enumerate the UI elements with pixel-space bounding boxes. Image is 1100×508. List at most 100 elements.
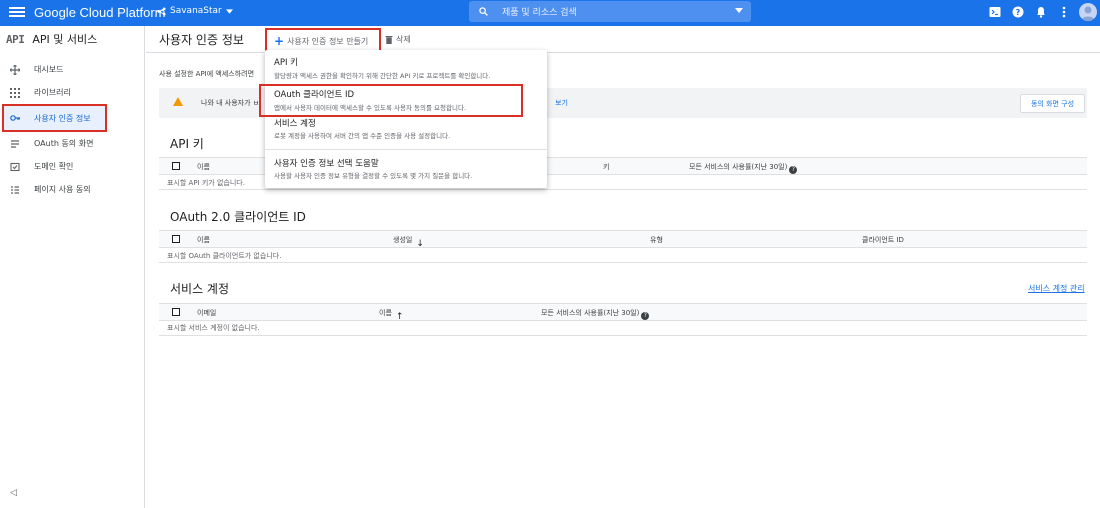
search-icon xyxy=(479,7,488,16)
col-client-id: 클라이언트 ID xyxy=(862,236,904,244)
sidebar-item-oauth-consent[interactable]: OAuth 동의 화면 xyxy=(0,132,145,155)
menu-item-help-me-choose[interactable]: 사용자 인증 정보 선택 도움말 사용할 사용자 인증 정보 유형을 결정할 수… xyxy=(265,154,547,186)
col-created-label: 생성일 xyxy=(393,236,413,244)
col-email: 이메일 xyxy=(197,309,217,317)
menu-item-api-key[interactable]: API 키 할당량과 액세스 권한을 확인하기 위해 간단한 API 키로 프로… xyxy=(265,53,547,83)
col-usage-label: 모든 서비스의 사용률(지난 30일) xyxy=(541,309,640,317)
dashboard-icon xyxy=(10,64,20,75)
intro-text: 사용 설정한 API에 액세스하려면 xyxy=(159,70,255,78)
help-icon[interactable]: ? xyxy=(1012,6,1024,18)
select-all-checkbox[interactable] xyxy=(172,235,180,243)
menu-item-desc: 로봇 계정을 사용하여 서버 간의 앱 수준 인증을 사용 설정합니다. xyxy=(274,132,451,140)
oauth-icon xyxy=(10,139,20,149)
select-all-checkbox[interactable] xyxy=(172,308,180,316)
manage-service-accounts-link[interactable]: 서비스 계정 관리 xyxy=(1028,283,1085,294)
sort-desc-icon: ↓ xyxy=(416,239,424,249)
search-dropdown-icon[interactable] xyxy=(735,8,743,13)
col-name[interactable]: 이름 ↑ xyxy=(379,308,403,322)
page-agreement-icon xyxy=(10,185,20,195)
menu-item-title: 사용자 인증 정보 선택 도움말 xyxy=(274,159,379,169)
sidebar-item-credentials[interactable]: 사용자 인증 정보 xyxy=(2,104,107,132)
trash-icon xyxy=(385,36,393,44)
sidebar-header: API API 및 서비스 xyxy=(0,26,144,52)
sidebar-title: API 및 서비스 xyxy=(32,33,98,46)
service-accounts-table-header: 이메일 이름 ↑ 모든 서비스의 사용률(지난 30일)? xyxy=(159,303,1087,322)
project-selector[interactable]: SavanaStar xyxy=(157,6,233,16)
col-type: 유형 xyxy=(650,236,663,244)
banner-text: 나와 내 사용자가 ㅂ xyxy=(201,99,260,107)
more-vert-icon[interactable] xyxy=(1058,6,1070,18)
oauth-title: OAuth 2.0 클라이언트 ID xyxy=(170,210,306,224)
key-icon xyxy=(10,113,20,123)
col-usage: 모든 서비스의 사용률(지난 30일)? xyxy=(689,162,798,174)
service-accounts-empty: 표시할 서비스 계정이 없습니다. xyxy=(167,324,260,332)
search-input[interactable]: 제품 및 리소스 검색 xyxy=(469,1,751,22)
menu-item-service-account[interactable]: 서비스 계정 로봇 계정을 사용하여 서버 간의 앱 수준 인증을 사용 설정합… xyxy=(265,117,547,147)
sidebar-item-domain-verification[interactable]: 도메인 확인 xyxy=(0,155,145,178)
menu-item-desc: 할당량과 액세스 권한을 확인하기 위해 간단한 API 키로 프로젝트를 확인… xyxy=(274,72,491,80)
configure-consent-button[interactable]: 동의 화면 구성 xyxy=(1020,94,1085,113)
help-icon[interactable]: ? xyxy=(641,312,650,320)
search-placeholder: 제품 및 리소스 검색 xyxy=(502,8,577,18)
row-divider xyxy=(159,335,1087,336)
menu-item-desc: 사용할 사용자 인증 정보 유형을 결정할 수 있도록 몇 가지 질문을 합니다… xyxy=(274,172,473,180)
col-usage: 모든 서비스의 사용률(지난 30일)? xyxy=(541,308,650,320)
banner-link[interactable]: 보기 xyxy=(555,98,568,108)
menu-divider xyxy=(265,149,547,150)
service-accounts-title: 서비스 계정 xyxy=(170,282,230,296)
sidebar-item-dashboard[interactable]: 대시보드 xyxy=(0,58,145,81)
sidebar-item-label: 페이지 사용 동의 xyxy=(34,185,91,194)
col-name: 이름 xyxy=(197,236,210,244)
warning-icon xyxy=(173,97,183,106)
svg-text:?: ? xyxy=(1016,8,1021,17)
avatar-person-icon xyxy=(1081,6,1095,21)
menu-item-title: OAuth 클라이언트 ID xyxy=(274,90,355,100)
col-usage-label: 모든 서비스의 사용률(지난 30일) xyxy=(689,163,788,171)
col-key: 키 xyxy=(603,163,610,171)
menu-icon[interactable] xyxy=(9,5,25,21)
domain-icon xyxy=(10,162,20,172)
plus-icon: + xyxy=(274,34,285,48)
action-bar: 사용자 인증 정보 + 사용자 인증 정보 만들기 삭제 xyxy=(146,26,1100,54)
sidebar-item-label: 도메인 확인 xyxy=(34,162,74,171)
help-icon[interactable]: ? xyxy=(789,166,798,174)
sidebar: API API 및 서비스 대시보드 라이브러리 사용자 인증 정보 OAuth… xyxy=(0,26,145,508)
menu-item-title: 서비스 계정 xyxy=(274,119,316,129)
brand-title[interactable]: Google Cloud Platform xyxy=(34,5,166,20)
api-keys-title: API 키 xyxy=(170,137,204,151)
sidebar-item-label: OAuth 동의 화면 xyxy=(34,139,94,148)
menu-item-oauth-client-id[interactable]: OAuth 클라이언트 ID 앱에서 사용자 데이터에 액세스할 수 있도록 사… xyxy=(259,84,523,117)
col-created[interactable]: 생성일 ↓ xyxy=(393,235,424,249)
sidebar-item-label: 대시보드 xyxy=(34,65,64,74)
menu-item-desc: 앱에서 사용자 데이터에 액세스할 수 있도록 사용자 동의를 요청합니다. xyxy=(274,104,467,112)
create-credentials-menu: API 키 할당량과 액세스 권한을 확인하기 위해 간단한 API 키로 프로… xyxy=(259,50,547,188)
notifications-icon[interactable] xyxy=(1035,6,1047,18)
delete-label: 삭제 xyxy=(396,35,411,44)
select-all-checkbox[interactable] xyxy=(172,162,180,170)
row-divider xyxy=(159,262,1087,263)
row-divider xyxy=(159,189,1087,190)
api-badge-icon: API xyxy=(6,32,25,46)
chevron-down-icon xyxy=(225,8,233,14)
col-name-label: 이름 xyxy=(379,309,392,317)
delete-button[interactable]: 삭제 xyxy=(385,34,411,45)
oauth-empty: 표시할 OAuth 클라이언트가 없습니다. xyxy=(167,252,282,260)
sidebar-item-page-agreement[interactable]: 페이지 사용 동의 xyxy=(0,178,145,201)
project-tree-icon xyxy=(157,6,166,16)
create-credentials-label: 사용자 인증 정보 만들기 xyxy=(287,36,369,46)
sort-asc-icon: ↑ xyxy=(395,312,404,322)
sidebar-item-library[interactable]: 라이브러리 xyxy=(0,81,145,104)
sidebar-item-label: 라이브러리 xyxy=(34,88,71,97)
page-title: 사용자 인증 정보 xyxy=(159,33,244,47)
account-avatar[interactable] xyxy=(1079,3,1097,21)
api-keys-empty: 표시할 API 키가 없습니다. xyxy=(167,179,245,187)
cloud-shell-icon[interactable] xyxy=(989,6,1001,18)
oauth-table-header: 이름 생성일 ↓ 유형 클라이언트 ID xyxy=(159,230,1087,249)
top-app-bar: Google Cloud Platform SavanaStar 제품 및 리소… xyxy=(0,0,1100,26)
library-icon xyxy=(10,87,20,98)
project-name: SavanaStar xyxy=(170,6,222,16)
col-name: 이름 xyxy=(197,163,210,171)
sidebar-item-label: 사용자 인증 정보 xyxy=(34,113,91,123)
collapse-sidebar-icon[interactable]: ◁ xyxy=(10,488,17,498)
menu-item-title: API 키 xyxy=(274,58,298,68)
